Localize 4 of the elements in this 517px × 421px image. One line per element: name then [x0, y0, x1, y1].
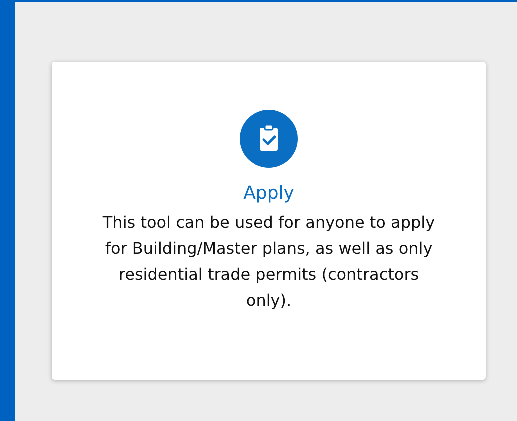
card-title: Apply [244, 182, 294, 206]
clipboard-check-icon [240, 110, 298, 168]
apply-card[interactable]: Apply This tool can be used for anyone to apply for Building/Master plans, as well as only residential trade permits (contractors only). [52, 62, 486, 380]
card-description: This tool can be used for anyone to apply for Building/Master plans, as well as only residential trade permits (contractors only). [102, 212, 436, 312]
